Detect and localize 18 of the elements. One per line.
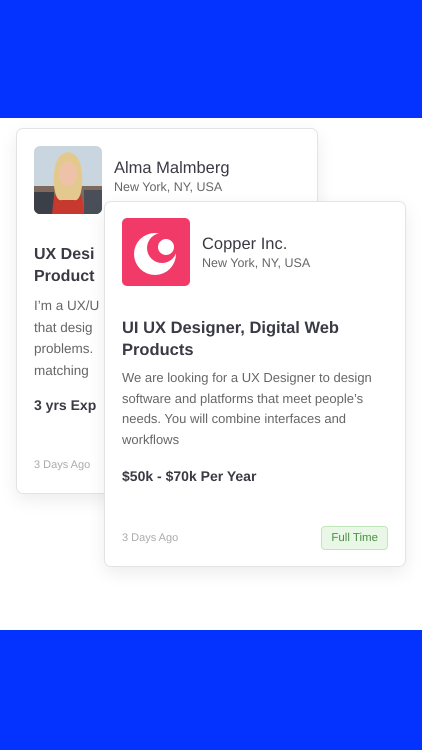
experience-text: 3 yrs Exp [34,397,96,413]
job-title: UI UX Designer, Digital Web Products [122,318,340,361]
job-title: UX Desi [34,245,94,265]
job-type-tag: Full Time [321,526,388,550]
candidate-name: Alma Malmberg [114,158,230,179]
job-title: Product [34,267,94,287]
posted-time: 3 Days Ago [122,532,178,544]
bio-text: matching [34,362,89,380]
candidate-location: New York, NY, USA [114,179,224,195]
salary-text: $50k - $70k Per Year [122,468,258,484]
job-description: We are looking for a UX Designer to design software and platforms that meet people’s needs. You will combine interfaces and workflows [122,369,373,448]
posted-time: 3 Days Ago [34,459,90,471]
bio-text: I’m a UX/U [34,297,100,315]
crescent-logo-icon [122,218,190,286]
bio-text: problems. [34,340,94,358]
company-name: Copper Inc. [202,234,288,255]
bio-text: that desig [34,318,93,337]
company-location: New York, NY, USA [202,255,310,271]
